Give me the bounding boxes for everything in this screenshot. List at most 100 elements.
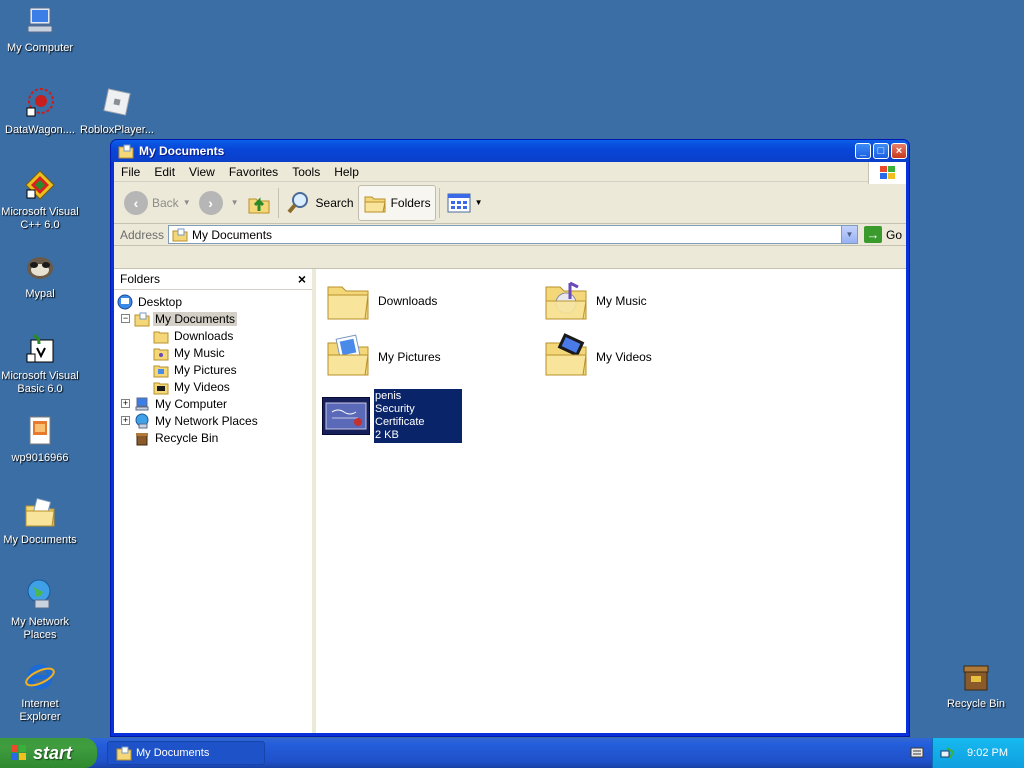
datawagon-icon (23, 86, 57, 120)
my-documents-icon (116, 746, 132, 761)
recycle-bin-icon (959, 660, 993, 694)
menu-help[interactable]: Help (327, 165, 366, 179)
tree-label: My Network Places (155, 413, 258, 428)
views-button[interactable]: ▼ (443, 185, 487, 221)
tree-label: Desktop (138, 294, 183, 309)
folder-icon (153, 331, 169, 343)
videos-folder-icon (153, 382, 169, 394)
tree-item-desktop[interactable]: Desktop (114, 293, 312, 310)
clock[interactable]: 9:02 PM (967, 747, 1008, 759)
taskbar-item-label: My Documents (136, 747, 210, 759)
back-arrow-icon: ‹ (124, 190, 148, 215)
toolbar-separator (277, 187, 279, 218)
tree-label: My Pictures (174, 362, 237, 377)
computer-icon (135, 397, 149, 410)
go-button[interactable]: → Go (863, 226, 902, 243)
taskbar-item-my-documents[interactable]: My Documents (107, 741, 265, 765)
maximize-button[interactable]: □ (873, 143, 889, 159)
tree-item-recycle-bin[interactable]: Recycle Bin (114, 429, 312, 446)
address-dropdown-icon[interactable]: ▼ (840, 226, 857, 243)
network-icon (135, 413, 149, 428)
desktop-icon-datawagon[interactable]: DataWagon.... (0, 86, 80, 137)
desktop-icon-visual-cpp[interactable]: Microsoft Visual C++ 6.0 (0, 168, 80, 232)
desktop-icon-wp9016966[interactable]: wp9016966 (0, 414, 80, 465)
desktop-icon-mypal[interactable]: Mypal (0, 250, 80, 301)
menu-file[interactable]: File (114, 165, 147, 179)
tree-label: My Music (174, 345, 225, 360)
desktop-icon-internet-explorer[interactable]: Internet Explorer (0, 660, 80, 724)
tree-label: My Videos (174, 379, 230, 394)
desktop-icon-recycle-bin[interactable]: Recycle Bin (936, 660, 1016, 711)
close-icon[interactable]: × (298, 271, 306, 287)
address-value: My Documents (192, 227, 273, 242)
tree-item-my-pictures[interactable]: My Pictures (114, 361, 312, 378)
file-item-my-pictures[interactable]: My Pictures (324, 333, 441, 381)
menu-favorites[interactable]: Favorites (222, 165, 285, 179)
tree-item-my-music[interactable]: My Music (114, 344, 312, 361)
tree-item-my-videos[interactable]: My Videos (114, 378, 312, 395)
address-label: Address (120, 227, 165, 242)
certificate-icon (322, 397, 370, 435)
menu-edit[interactable]: Edit (147, 165, 182, 179)
start-button[interactable]: start (0, 738, 97, 768)
desktop-icon (117, 294, 133, 309)
folder-up-icon (248, 196, 270, 213)
tree-item-my-network-places[interactable]: + My Network Places (114, 412, 312, 429)
explorer-window: My Documents _ □ × File Edit View Favori… (110, 139, 910, 737)
keyboard-icon[interactable] (910, 745, 924, 759)
title-bar[interactable]: My Documents _ □ × (111, 140, 909, 162)
network-tray-icon[interactable] (939, 745, 955, 761)
roblox-icon (100, 86, 134, 120)
tree-item-my-documents[interactable]: − My Documents (114, 310, 312, 327)
back-button[interactable]: ‹ Back ▼ (120, 185, 195, 221)
search-icon (287, 191, 308, 213)
file-label: Downloads (378, 294, 438, 308)
tree-item-downloads[interactable]: Downloads (114, 327, 312, 344)
my-documents-icon (134, 312, 150, 326)
desktop-icon-label: RobloxPlayer... (80, 124, 154, 136)
file-item-certificate[interactable]: penis Security Certificate 2 KB (322, 389, 462, 443)
tree-label: Recycle Bin (155, 430, 219, 445)
taskbar: start My Documents 9:02 PM (0, 738, 1024, 768)
up-button[interactable] (243, 185, 275, 221)
file-view: Downloads My Music My Pictures My Videos (316, 269, 906, 733)
network-icon (23, 578, 57, 612)
desktop-icon-network[interactable]: My Network Places (0, 578, 80, 642)
expand-icon[interactable]: + (121, 399, 130, 408)
chevron-down-icon[interactable]: ▼ (183, 198, 191, 207)
forward-button[interactable]: › ▼ (195, 185, 243, 221)
tree-label: Downloads (174, 328, 234, 343)
search-button[interactable]: Search (282, 185, 358, 221)
desktop-icon-my-computer[interactable]: My Computer (0, 4, 80, 55)
expand-icon[interactable]: + (121, 416, 130, 425)
desktop-icon-label: Internet Explorer (19, 698, 61, 723)
my-documents-icon (172, 228, 188, 241)
minimize-button[interactable]: _ (855, 143, 871, 159)
go-label: Go (885, 227, 902, 242)
file-item-downloads[interactable]: Downloads (324, 277, 437, 325)
desktop-icon-visual-basic[interactable]: Microsoft Visual Basic 6.0 (0, 332, 80, 396)
file-details: penis Security Certificate 2 KB (374, 389, 462, 443)
menu-view[interactable]: View (182, 165, 222, 179)
file-item-my-videos[interactable]: My Videos (542, 333, 652, 381)
desktop-icon-label: My Network Places (10, 616, 70, 641)
desktop-icon-label: My Documents (3, 534, 77, 546)
close-button[interactable]: × (891, 143, 907, 159)
tree-item-my-computer[interactable]: + My Computer (114, 395, 312, 412)
forward-arrow-icon: › (198, 190, 223, 215)
desktop-icon-label: Microsoft Visual Basic 6.0 (1, 370, 79, 395)
folders-button[interactable]: Folders (357, 184, 436, 221)
desktop-icon-roblox[interactable]: RobloxPlayer... (77, 86, 157, 137)
menu-tools[interactable]: Tools (285, 165, 327, 179)
windows-logo-icon (11, 745, 26, 760)
desktop-icon-my-documents[interactable]: My Documents (0, 496, 80, 547)
file-item-my-music[interactable]: My Music (542, 277, 647, 325)
folders-pane-title: Folders (120, 272, 161, 286)
toolbar-separator (438, 187, 440, 218)
tree-label: My Computer (155, 396, 228, 411)
videos-folder-icon (545, 333, 587, 376)
back-label: Back (152, 195, 179, 210)
address-input[interactable]: My Documents ▼ (168, 225, 858, 244)
chevron-down-icon[interactable]: ▼ (231, 198, 239, 207)
collapse-icon[interactable]: − (121, 314, 130, 323)
